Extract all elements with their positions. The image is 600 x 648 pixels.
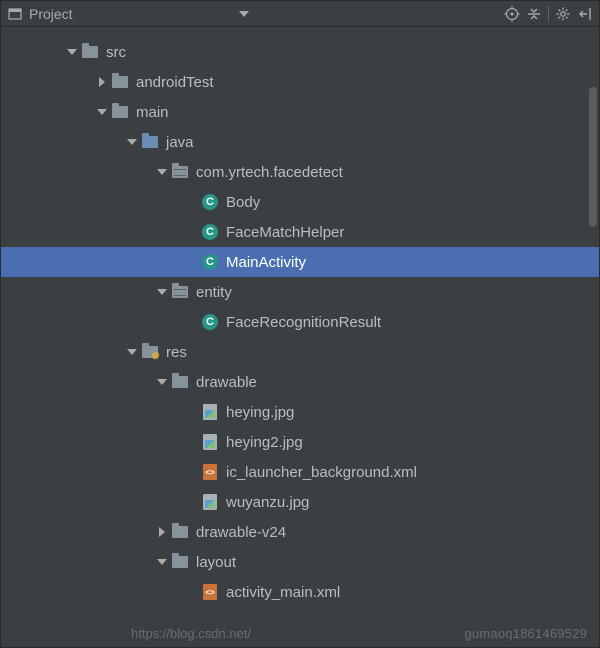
tree-node-file[interactable]: heying.jpg	[1, 397, 599, 427]
tree-node-java[interactable]: java	[1, 127, 599, 157]
node-label: FaceMatchHelper	[226, 224, 344, 241]
tree-node-res[interactable]: res	[1, 337, 599, 367]
node-label: ic_launcher_background.xml	[226, 464, 417, 481]
tree-node-facematchhelper[interactable]: C FaceMatchHelper	[1, 217, 599, 247]
folder-icon	[141, 133, 159, 151]
chevron-right-icon[interactable]	[155, 527, 169, 537]
node-label: java	[166, 134, 194, 151]
node-label: main	[136, 104, 169, 121]
chevron-down-icon[interactable]	[95, 109, 109, 115]
project-panel: Project src and	[0, 0, 600, 648]
node-label: drawable	[196, 374, 257, 391]
chevron-down-icon[interactable]	[155, 289, 169, 295]
chevron-down-icon[interactable]	[125, 349, 139, 355]
chevron-down-icon[interactable]	[125, 139, 139, 145]
class-icon: C	[201, 223, 219, 241]
collapse-all-icon[interactable]	[526, 6, 542, 22]
tree-node-file[interactable]: <> ic_launcher_background.xml	[1, 457, 599, 487]
node-label: FaceRecognitionResult	[226, 314, 381, 331]
node-label: entity	[196, 284, 232, 301]
image-file-icon	[201, 403, 219, 421]
class-icon: C	[201, 253, 219, 271]
class-icon: C	[201, 193, 219, 211]
file-tree[interactable]: src androidTest main java com.yrtech.fac…	[1, 27, 599, 647]
resources-folder-icon	[141, 343, 159, 361]
package-icon	[171, 163, 189, 181]
class-icon: C	[201, 313, 219, 331]
tree-node-file[interactable]: heying2.jpg	[1, 427, 599, 457]
folder-icon	[171, 523, 189, 541]
image-file-icon	[201, 493, 219, 511]
node-label: androidTest	[136, 74, 214, 91]
node-label: drawable-v24	[196, 524, 286, 541]
image-file-icon	[201, 433, 219, 451]
tree-node-body[interactable]: C Body	[1, 187, 599, 217]
locate-icon[interactable]	[504, 6, 520, 22]
tree-node-entity[interactable]: entity	[1, 277, 599, 307]
node-label: heying.jpg	[226, 404, 294, 421]
chevron-right-icon[interactable]	[95, 77, 109, 87]
view-dropdown-icon[interactable]	[239, 11, 249, 17]
watermark-text: gumaoq1861469529	[465, 626, 587, 641]
hide-icon[interactable]	[577, 6, 593, 22]
folder-icon	[171, 373, 189, 391]
node-label: com.yrtech.facedetect	[196, 164, 343, 181]
node-label: Body	[226, 194, 260, 211]
divider	[548, 6, 549, 22]
tree-node-drawable[interactable]: drawable	[1, 367, 599, 397]
chevron-down-icon[interactable]	[155, 379, 169, 385]
panel-header: Project	[1, 1, 599, 27]
xml-file-icon: <>	[201, 463, 219, 481]
project-icon	[7, 6, 23, 22]
tree-node-file[interactable]: <> activity_main.xml	[1, 577, 599, 607]
node-label: res	[166, 344, 187, 361]
folder-icon	[81, 43, 99, 61]
tree-node-layout[interactable]: layout	[1, 547, 599, 577]
tree-node-mainactivity[interactable]: C MainActivity	[1, 247, 599, 277]
folder-icon	[171, 553, 189, 571]
chevron-down-icon[interactable]	[65, 49, 79, 55]
node-label: heying2.jpg	[226, 434, 303, 451]
node-label: wuyanzu.jpg	[226, 494, 309, 511]
tree-node-file[interactable]: wuyanzu.jpg	[1, 487, 599, 517]
tree-node-main[interactable]: main	[1, 97, 599, 127]
panel-title[interactable]: Project	[29, 6, 73, 22]
chevron-down-icon[interactable]	[155, 559, 169, 565]
tree-node-facerecognitionresult[interactable]: C FaceRecognitionResult	[1, 307, 599, 337]
tree-node-src[interactable]: src	[1, 37, 599, 67]
tree-node-package[interactable]: com.yrtech.facedetect	[1, 157, 599, 187]
tree-node-androidtest[interactable]: androidTest	[1, 67, 599, 97]
watermark-text: https://blog.csdn.net/	[131, 626, 251, 641]
gear-icon[interactable]	[555, 6, 571, 22]
chevron-down-icon[interactable]	[155, 169, 169, 175]
package-icon	[171, 283, 189, 301]
scrollbar[interactable]	[589, 87, 597, 227]
node-label: MainActivity	[226, 254, 306, 271]
node-label: layout	[196, 554, 236, 571]
node-label: activity_main.xml	[226, 584, 340, 601]
folder-icon	[111, 103, 129, 121]
folder-icon	[111, 73, 129, 91]
tree-node-drawable-v24[interactable]: drawable-v24	[1, 517, 599, 547]
node-label: src	[106, 44, 126, 61]
xml-file-icon: <>	[201, 583, 219, 601]
